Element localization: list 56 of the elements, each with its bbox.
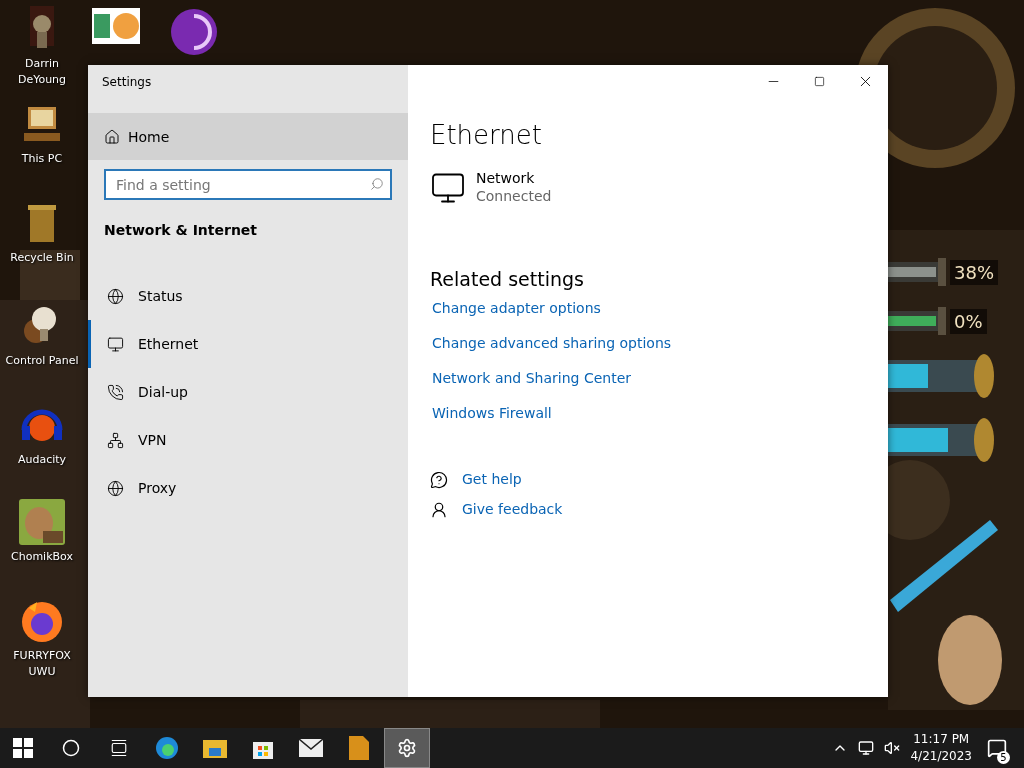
onion-icon: [170, 8, 218, 56]
desktop-icon-label[interactable]: ChomikBox: [11, 549, 73, 565]
network-status: Connected: [476, 188, 552, 204]
sidebar-item[interactable]: Ethernet: [88, 320, 408, 368]
desktop-icon-label[interactable]: Recycle Bin: [10, 250, 74, 266]
page-heading: Ethernet: [430, 120, 543, 150]
person-icon: [430, 501, 448, 519]
desktop-icon-label[interactable]: Darrin DeYoung: [0, 56, 84, 88]
notification-count: 5: [997, 751, 1010, 764]
sidebar-item[interactable]: Dial-up: [88, 368, 408, 416]
task-view-icon: [110, 739, 128, 757]
speaker-muted-icon[interactable]: [884, 740, 901, 756]
search-field[interactable]: Find a setting: [104, 169, 392, 200]
envelope-icon: [299, 739, 323, 757]
settings-link[interactable]: Change advanced sharing options: [432, 335, 672, 351]
globe-icon: [107, 287, 124, 305]
tube-meter-drawing: [888, 258, 946, 286]
network-icon[interactable]: [858, 740, 875, 756]
meter-reading: 0%: [950, 308, 987, 334]
desktop-icon-label[interactable]: This PC: [21, 151, 63, 167]
desktop-icon-label[interactable]: FURRYFOX UWU: [0, 648, 84, 680]
section-heading: Related settings: [430, 268, 585, 290]
network-icon: [107, 431, 124, 449]
tube-meter-drawing: [888, 307, 946, 335]
window-title: Settings: [101, 74, 153, 91]
home-nav-item[interactable]: Home: [88, 113, 408, 160]
windows-logo-icon: [13, 738, 33, 758]
sidebar-item[interactable]: Proxy: [88, 464, 408, 512]
gear-icon: [397, 738, 417, 758]
sidebar-item[interactable]: VPN: [88, 416, 408, 464]
desktop-icon-label[interactable]: Control Panel: [5, 353, 79, 369]
folder-icon: [203, 738, 227, 758]
document-icon: [349, 736, 369, 760]
help-link[interactable]: Give feedback: [462, 501, 563, 517]
taskbar-button[interactable]: [384, 728, 430, 768]
maximize-icon[interactable]: [813, 75, 825, 87]
help-icon: [430, 471, 448, 489]
search-icon: [370, 177, 384, 191]
section-heading: Network & Internet: [104, 222, 259, 238]
settings-link[interactable]: Change adapter options: [432, 300, 601, 316]
sidebar-item[interactable]: Status: [88, 272, 408, 320]
edge-browser-icon: [155, 736, 179, 760]
phone-icon: [107, 383, 124, 401]
help-link[interactable]: Get help: [462, 471, 522, 487]
hamster-icon: [19, 499, 65, 545]
settings-link[interactable]: Network and Sharing Center: [432, 370, 631, 386]
monitor-icon: [107, 335, 124, 353]
network-name[interactable]: Network: [476, 170, 552, 186]
home-icon: [104, 128, 120, 145]
settings-link[interactable]: Windows Firewall: [432, 405, 552, 421]
meter-reading: 38%: [950, 259, 998, 285]
globe-icon: [107, 479, 124, 497]
taskbar-clock[interactable]: 11:17 PM 4/21/2023: [910, 731, 972, 765]
circle-icon: [62, 739, 80, 757]
hex-editor-icon: [92, 8, 140, 44]
desktop-icon-label[interactable]: Audacity: [17, 452, 67, 468]
